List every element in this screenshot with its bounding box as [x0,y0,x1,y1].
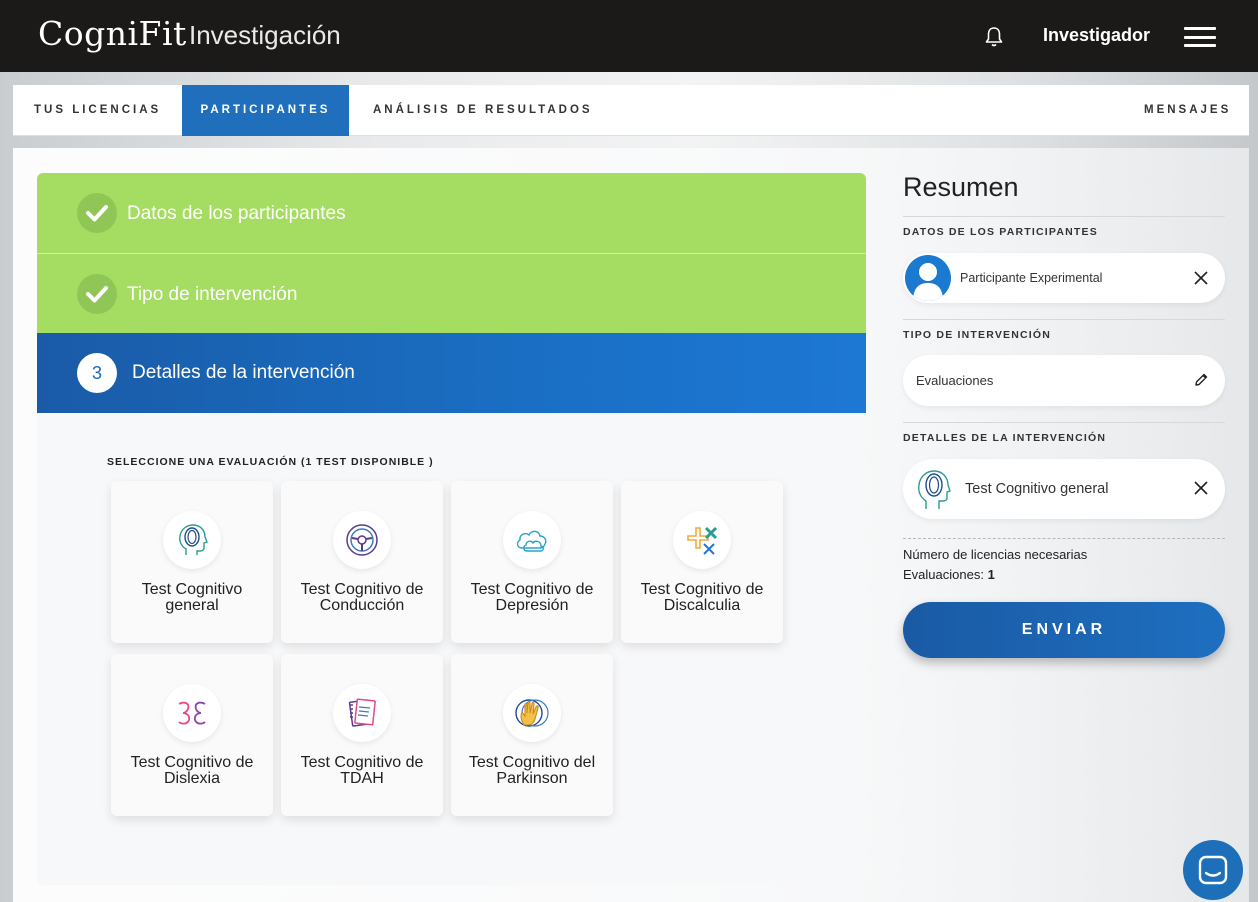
edit-pencil-icon[interactable] [1193,372,1209,388]
steering-wheel-icon [333,511,391,569]
select-evaluation-label: SELECCIONE UNA EVALUACIÓN (1 TEST DISPON… [107,456,434,468]
tab-mensajes[interactable]: MENSAJES [1144,85,1231,136]
divider [903,422,1225,423]
step-number: 3 [77,353,117,393]
remove-test-close-icon[interactable] [1193,480,1209,496]
test-name: Test Cognitivo de Conducción [300,581,424,614]
test-card-parkinson[interactable]: Test Cognitivo del Parkinson [451,654,613,816]
step-detalles-intervencion[interactable]: 3 Detalles de la intervención [37,333,866,413]
cognifit-logo[interactable]: CogniFit [38,14,187,53]
divider [903,216,1225,217]
test-card-tdah[interactable]: Test Cognitivo de TDAH [281,654,443,816]
licenses-label: Número de licencias necesarias [903,547,1088,562]
test-card-dislexia[interactable]: Test Cognitivo de Dislexia [111,654,273,816]
summary-title: Resumen [903,172,1019,202]
evaluations-count: 1 [987,567,995,582]
test-name: Test Cognitivo general [141,581,243,614]
hand-icon [503,684,561,742]
remove-participant-close-icon[interactable] [1193,270,1209,286]
chat-support-button[interactable] [1183,840,1243,900]
test-name: Test Cognitivo de TDAH [300,754,424,787]
step-title: Datos de los participantes [127,203,346,224]
tab-participantes[interactable]: PARTICIPANTES [182,85,349,136]
intervention-details-value: Test Cognitivo general [965,481,1109,497]
chat-icon [1198,855,1228,885]
send-button[interactable]: ENVIAR [903,602,1225,658]
test-name: Test Cognitivo del Parkinson [468,754,596,787]
participants-section-label: DATOS DE LOS PARTICIPANTES [903,226,1098,238]
participant-avatar-icon [905,255,951,301]
step-title: Detalles de la intervención [132,362,355,383]
head-brain-icon [918,470,951,509]
test-card-conduccion[interactable]: Test Cognitivo de Conducción [281,481,443,643]
math-symbols-icon [673,511,731,569]
cloud-icon [503,511,561,569]
test-name: Test Cognitivo de Depresión [470,581,594,614]
participant-pill: Participante Experimental [903,253,1225,303]
tab-analisis-resultados[interactable]: ANÁLISIS DE RESULTADOS [373,85,593,136]
details-section-label: DETALLES DE LA INTERVENCIÓN [903,432,1107,444]
tab-tus-licencias[interactable]: TUS LICENCIAS [34,85,161,136]
intervention-type-pill: Evaluaciones [903,355,1225,406]
test-card-general[interactable]: Test Cognitivo general [111,481,273,643]
step-tipo-intervencion[interactable]: Tipo de intervención [37,253,866,333]
check-icon [77,274,117,314]
test-name: Test Cognitivo de Dislexia [130,754,254,787]
test-card-discalculia[interactable]: Test Cognitivo de Discalculia [621,481,783,643]
logo-subtitle: Investigación [189,20,341,50]
user-menu[interactable]: Investigador [1043,25,1150,46]
intervention-type-section-label: TIPO DE INTERVENCIÓN [903,329,1052,341]
participant-name: Participante Experimental [960,271,1103,285]
check-icon [77,193,117,233]
test-name: Test Cognitivo de Discalculia [640,581,764,614]
top-bar: CogniFit Investigación Investigador [0,0,1258,72]
mirrored-letters-icon [163,684,221,742]
hamburger-menu-icon[interactable] [1184,27,1216,47]
evaluations-count-row: Evaluaciones: 1 [903,567,995,582]
bell-icon[interactable] [984,26,1004,48]
notebook-icon [333,684,391,742]
step-title: Tipo de intervención [127,284,298,305]
test-card-depresion[interactable]: Test Cognitivo de Depresión [451,481,613,643]
head-brain-icon [163,511,221,569]
nav-tabs: TUS LICENCIAS PARTICIPANTES ANÁLISIS DE … [13,85,1249,136]
intervention-type-value: Evaluaciones [916,373,994,388]
divider [903,319,1225,320]
dashed-divider [903,538,1225,539]
intervention-details-pill: Test Cognitivo general [903,459,1225,519]
step-datos-participantes[interactable]: Datos de los participantes [37,173,866,253]
